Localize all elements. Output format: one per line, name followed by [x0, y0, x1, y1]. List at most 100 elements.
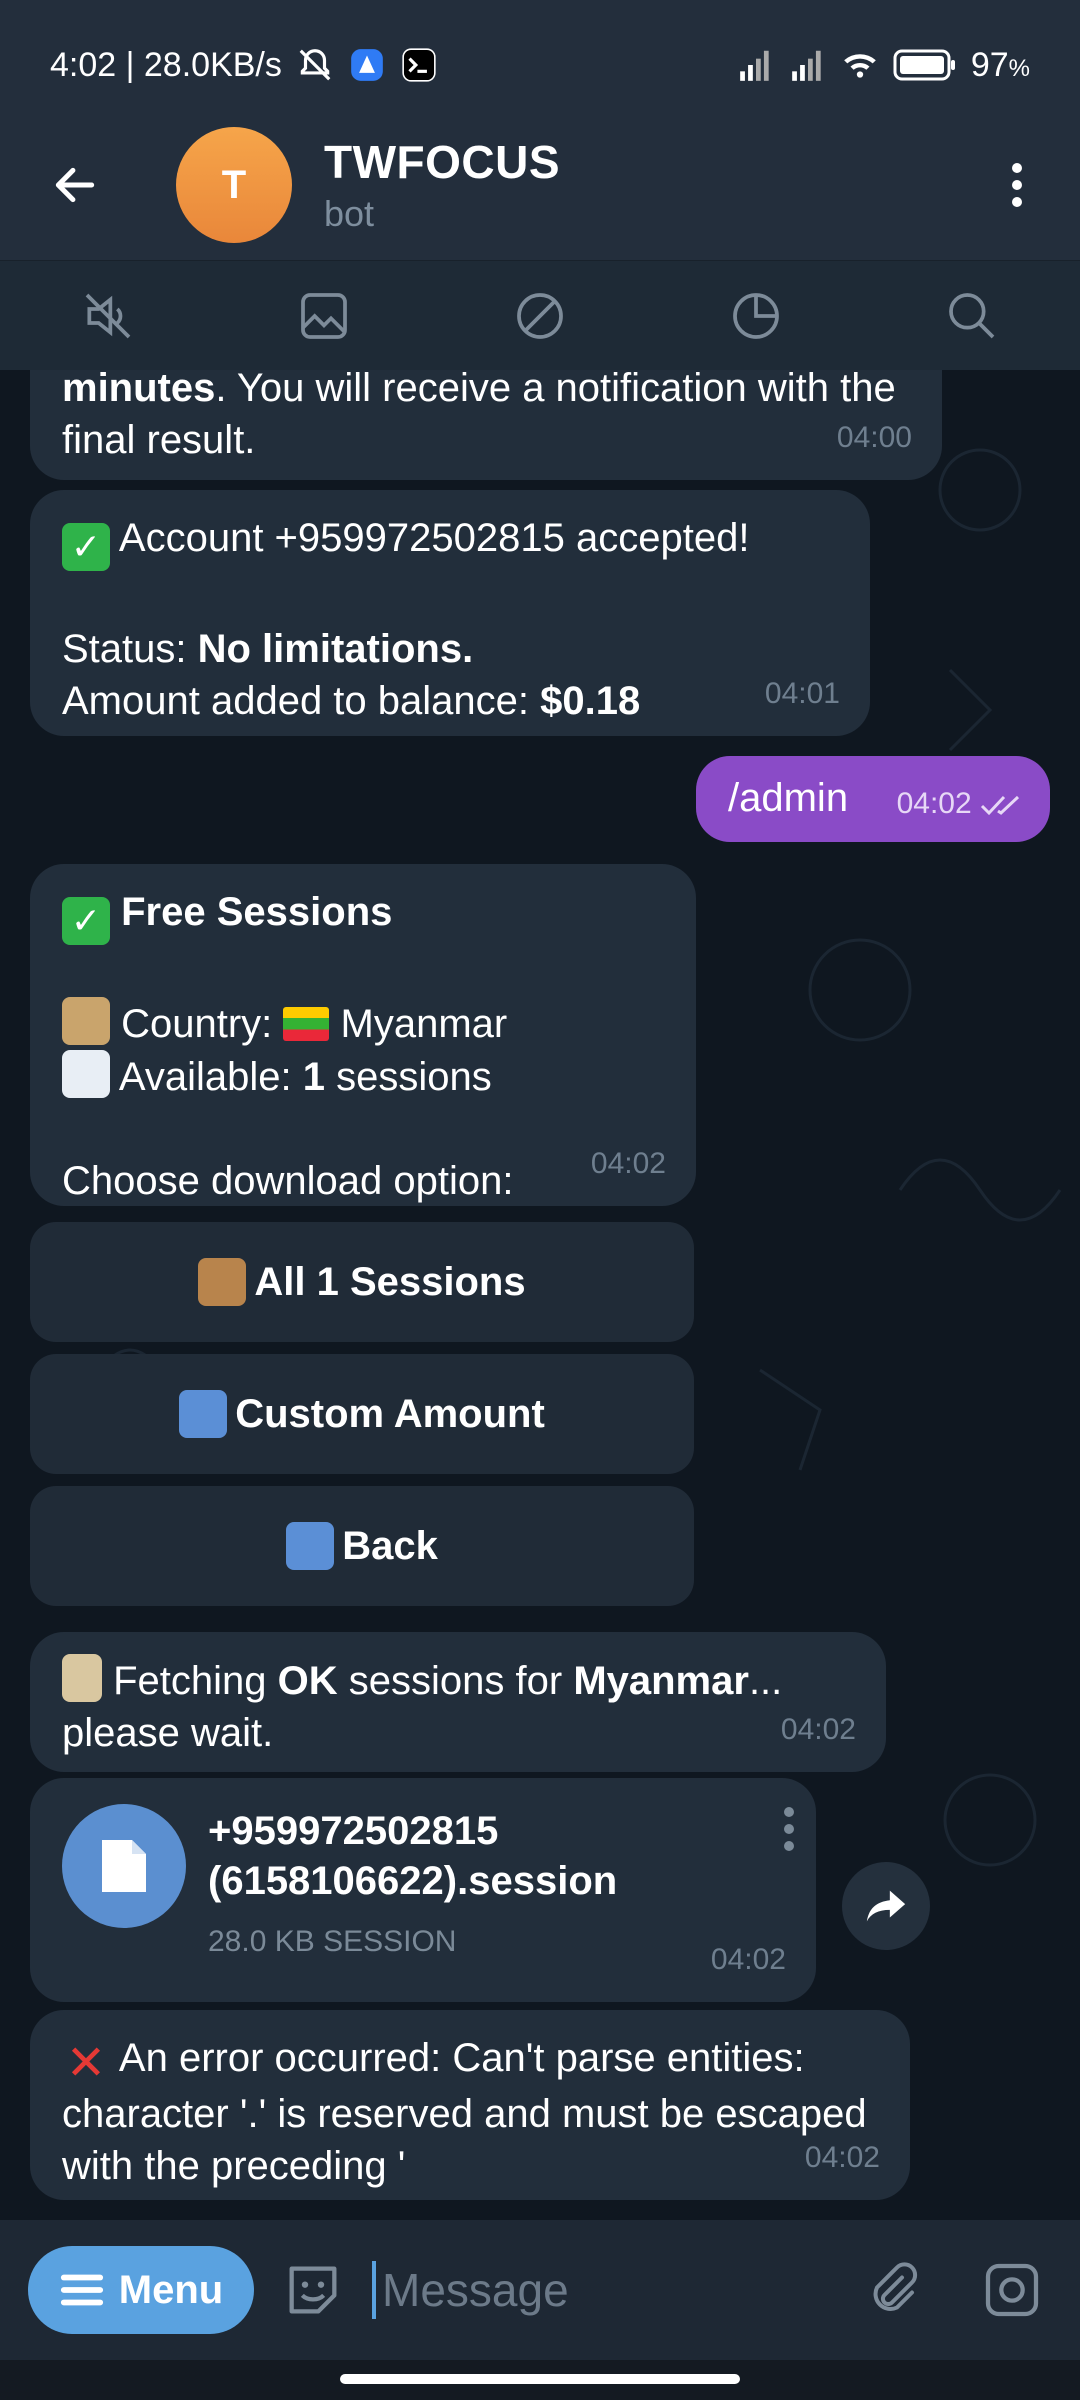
- hourglass-icon: [62, 1654, 102, 1702]
- message-time-wrap: 04:02: [897, 778, 1024, 830]
- paperclip-icon: [873, 2262, 918, 2311]
- message-incoming[interactable]: ✕ An error occurred: Can't parse entitie…: [30, 2010, 910, 2200]
- camera-icon: [985, 2263, 1039, 2317]
- share-button[interactable]: [842, 1862, 930, 1950]
- battery-level: 97: [970, 45, 1009, 84]
- amount-label: Amount added to balance:: [62, 679, 541, 723]
- message-bold: minutes: [62, 370, 216, 410]
- message-text: /admin: [728, 776, 849, 820]
- left-arrow-icon: [286, 1522, 335, 1570]
- hamburger-icon: [60, 2274, 103, 2306]
- number-keypad-icon: [179, 1390, 228, 1438]
- menu-label: Menu: [118, 2267, 224, 2312]
- chat-title-block[interactable]: TWFOCUS bot: [324, 135, 560, 235]
- wifi-icon: [843, 54, 876, 78]
- available-suffix: sessions: [324, 1055, 492, 1099]
- error-text: An error occurred: Can't parse entities:…: [62, 2036, 867, 2188]
- status-time-speed: 4:02 | 28.0KB/s: [50, 45, 282, 84]
- home-indicator[interactable]: [340, 2374, 740, 2384]
- pie-timer-icon: [733, 292, 779, 339]
- app-notification-icon: [351, 49, 383, 81]
- file-name-line1: +959972502815: [208, 1809, 499, 1853]
- timer-button[interactable]: [716, 276, 796, 356]
- file-name-line2: (6158106622).session: [208, 1859, 618, 1903]
- more-options-button[interactable]: [982, 150, 1052, 220]
- forward-arrow-icon: [866, 1890, 906, 1922]
- file-message[interactable]: +959972502815 (6158106622).session 28.0 …: [30, 1778, 816, 2002]
- message-time: 04:02: [896, 787, 972, 820]
- fetch-bold-2: Myanmar: [573, 1659, 749, 1703]
- back-button[interactable]: [0, 110, 150, 260]
- chat-toolbar: [0, 260, 1080, 370]
- media-button[interactable]: [284, 276, 364, 356]
- message-time: 04:02: [780, 1713, 856, 1746]
- image-icon: [301, 292, 347, 339]
- file-menu-icon[interactable]: [782, 1804, 796, 1854]
- message-outgoing[interactable]: /admin 04:02: [696, 756, 1050, 842]
- fetch-text-2: sessions for: [337, 1659, 574, 1703]
- mute-bell-icon: [299, 49, 331, 81]
- message-time: 04:02: [710, 1943, 786, 1976]
- file-icon-circle[interactable]: [62, 1804, 186, 1928]
- button-label: Back: [342, 1523, 438, 1568]
- message-incoming[interactable]: minutes. You will receive a notification…: [30, 370, 942, 480]
- amount-value: $0.18: [540, 679, 641, 723]
- camera-button[interactable]: [972, 2250, 1052, 2330]
- mute-button[interactable]: [68, 276, 148, 356]
- chat-area[interactable]: minutes. You will receive a notification…: [0, 370, 1080, 2220]
- more-vertical-icon: [1012, 163, 1022, 207]
- search-button[interactable]: [932, 276, 1012, 356]
- fetch-text-1: Fetching: [113, 1659, 278, 1703]
- country-value: Myanmar: [340, 1002, 508, 1046]
- arrow-left-icon: [55, 167, 95, 203]
- message-input-bar: Menu Message: [0, 2220, 1080, 2360]
- document-icon: [102, 1840, 146, 1892]
- speaker-off-icon: [85, 293, 131, 338]
- search-icon: [949, 292, 995, 338]
- message-placeholder: Message: [382, 2264, 569, 2316]
- chat-title: TWFOCUS: [324, 136, 561, 188]
- status-value: No limitations.: [197, 627, 474, 671]
- message-incoming[interactable]: ✓ Account +959972502815 accepted! Status…: [30, 490, 870, 736]
- myanmar-flag-icon: [283, 1007, 330, 1041]
- button-label: All 1 Sessions: [254, 1259, 526, 1304]
- sessions-title: Free Sessions: [121, 890, 393, 934]
- message-incoming[interactable]: ✓ Free Sessions Country: Myanmar Availab…: [30, 864, 696, 1206]
- message-input[interactable]: Message: [372, 2261, 782, 2319]
- package-icon: [198, 1258, 247, 1306]
- attach-button[interactable]: [852, 2250, 932, 2330]
- message-time: 04:00: [836, 421, 912, 454]
- all-sessions-button[interactable]: All 1 Sessions: [30, 1222, 694, 1342]
- double-check-icon: [980, 795, 1020, 816]
- available-label: Available:: [118, 1055, 303, 1099]
- status-label: Status:: [62, 627, 198, 671]
- text-caret: [372, 2261, 376, 2319]
- message-time: 04:01: [764, 677, 840, 710]
- chat-header: T TWFOCUS bot: [0, 110, 1080, 260]
- check-mark-icon: ✓: [62, 523, 110, 571]
- signal-icon: [739, 50, 769, 81]
- emoji-button[interactable]: [278, 2255, 348, 2325]
- message-time: 04:02: [804, 2141, 880, 2174]
- file-meta: 28.0 KB SESSION: [208, 1925, 457, 1958]
- message-incoming[interactable]: Fetching OK sessions for Myanmar... plea…: [30, 1632, 886, 1772]
- sticker-smile-icon: [289, 2266, 337, 2314]
- chat-subtitle: bot: [324, 193, 375, 234]
- avatar[interactable]: T: [176, 127, 292, 243]
- check-mark-icon: ✓: [62, 897, 110, 945]
- cross-mark-icon: ✕: [65, 2037, 107, 2090]
- block-icon: [517, 292, 563, 339]
- back-inline-button[interactable]: Back: [30, 1486, 694, 1606]
- account-line: Account +959972502815 accepted!: [118, 516, 750, 560]
- terminal-icon: [402, 48, 436, 82]
- button-label: Custom Amount: [235, 1391, 545, 1436]
- available-value: 1: [302, 1055, 325, 1099]
- bar-chart-icon: [62, 1050, 110, 1098]
- custom-amount-button[interactable]: Custom Amount: [30, 1354, 694, 1474]
- country-label: Country:: [121, 1002, 284, 1046]
- battery-unit: %: [1008, 54, 1030, 82]
- fetch-bold-1: OK: [277, 1659, 338, 1703]
- signal-icon-2: [791, 50, 821, 81]
- block-button[interactable]: [500, 276, 580, 356]
- bot-menu-button[interactable]: Menu: [28, 2246, 254, 2334]
